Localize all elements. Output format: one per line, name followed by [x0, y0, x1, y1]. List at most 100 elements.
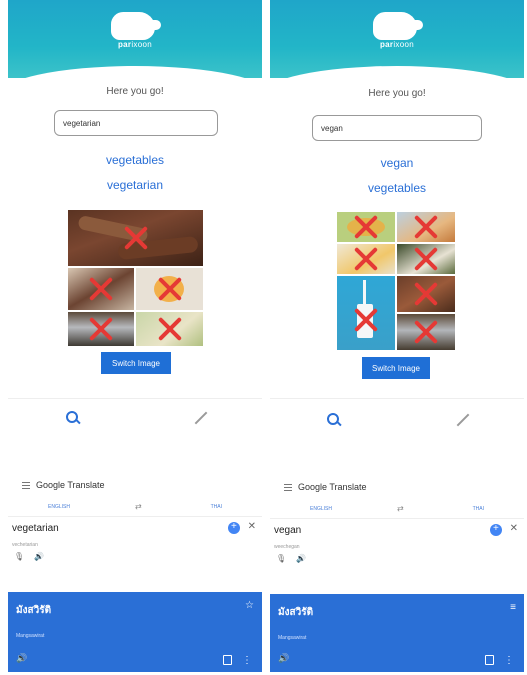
translation-result-card: มังสวิรัติ ≡ Mangsawirat 🔊 ⋮ — [270, 594, 524, 672]
page-heading: Here you go! — [106, 86, 164, 97]
food-image-salad[interactable] — [136, 312, 203, 346]
add-icon[interactable] — [490, 523, 502, 536]
suggestion-item[interactable]: vegan — [270, 156, 524, 170]
swap-icon[interactable]: ⇄ — [135, 502, 142, 511]
food-image-eggs[interactable] — [337, 244, 395, 274]
cross-mark-icon — [157, 276, 183, 302]
google-translate-logo: Google Translate — [36, 480, 105, 490]
mic-icon[interactable]: 🎙 — [14, 552, 24, 561]
suggestion-item[interactable]: vegetables — [8, 153, 262, 167]
more-vert-icon[interactable]: ⋮ — [504, 655, 514, 666]
comparison-screenshot: parixoon Here you go! vegetarian vegetab… — [0, 0, 527, 675]
logo-wordmark: parixoon — [380, 40, 414, 49]
food-image-fish[interactable] — [397, 314, 455, 350]
translate-input[interactable]: vegetarian — [12, 523, 59, 534]
language-bar: ENGLISH ⇄ THAI — [8, 497, 262, 517]
cross-mark-icon — [353, 246, 379, 272]
pencil-icon[interactable] — [456, 413, 470, 427]
bottom-toolbar — [270, 410, 524, 434]
image-grid — [337, 212, 455, 350]
translation-romanization: Mangsawirat — [278, 635, 307, 641]
logo-wordmark: parixoon — [118, 40, 152, 49]
star-icon[interactable]: ≡ — [510, 602, 516, 613]
food-image-milk[interactable] — [337, 276, 395, 350]
source-language[interactable]: ENGLISH — [310, 506, 332, 512]
search-input-value: vegetarian — [63, 118, 101, 128]
speaker-icon[interactable]: 🔊 — [278, 653, 289, 664]
mic-icon[interactable]: 🎙 — [276, 554, 286, 563]
translation-result: มังสวิรัติ — [16, 605, 52, 616]
cross-mark-icon — [88, 316, 114, 342]
speaker-icon[interactable]: 🔊 — [296, 554, 306, 563]
translate-input[interactable]: vegan — [274, 525, 301, 536]
food-image-melon[interactable] — [337, 212, 395, 242]
right-panel: parixoon Here you go! vegan vegan vegeta… — [270, 0, 524, 672]
close-icon[interactable]: ✕ — [510, 523, 518, 534]
cross-mark-icon — [123, 225, 149, 251]
cross-mark-icon — [413, 281, 439, 307]
google-translate-logo: Google Translate — [298, 482, 367, 492]
target-language[interactable]: THAI — [211, 504, 222, 510]
food-image-cheese[interactable] — [397, 244, 455, 274]
hamburger-icon[interactable] — [284, 484, 292, 491]
food-image-egg[interactable] — [136, 268, 203, 310]
food-image-fish[interactable] — [68, 312, 134, 346]
app-logo: parixoon — [367, 12, 427, 54]
suggestion-item[interactable]: vegetables — [270, 181, 524, 195]
suggestion-item[interactable]: vegetarian — [8, 178, 262, 192]
image-grid — [68, 210, 203, 346]
search-input[interactable]: vegan — [312, 115, 482, 141]
cross-mark-icon — [88, 276, 114, 302]
translate-top-bar: Google Translate — [270, 477, 524, 499]
app-logo: parixoon — [105, 12, 165, 54]
hamburger-icon[interactable] — [22, 482, 30, 489]
app-header: parixoon — [8, 0, 262, 78]
copy-icon[interactable] — [485, 655, 494, 665]
language-bar: ENGLISH ⇄ THAI — [270, 499, 524, 519]
switch-image-button[interactable]: Switch Image — [101, 352, 171, 374]
source-language[interactable]: ENGLISH — [48, 504, 70, 510]
translate-input-row: vegetarian ✕ — [8, 517, 262, 541]
add-icon[interactable] — [228, 521, 240, 534]
cross-mark-icon — [413, 246, 439, 272]
translation-result-card: มังสวิรัติ ☆ Mangsawirat 🔊 ⋮ — [8, 592, 262, 672]
cross-mark-icon — [413, 214, 439, 240]
food-image-meat[interactable] — [397, 276, 455, 312]
target-language[interactable]: THAI — [473, 506, 484, 512]
pencil-icon[interactable] — [194, 411, 208, 425]
close-icon[interactable]: ✕ — [248, 521, 256, 532]
finger-icon — [389, 20, 423, 30]
star-icon[interactable]: ☆ — [245, 600, 254, 611]
page-heading: Here you go! — [368, 88, 426, 99]
left-panel: parixoon Here you go! vegetarian vegetab… — [8, 0, 262, 672]
food-image-beef[interactable] — [68, 268, 134, 310]
speaker-icon[interactable]: 🔊 — [16, 653, 27, 664]
cross-mark-icon — [157, 316, 183, 342]
bottom-toolbar — [8, 408, 262, 432]
cross-mark-icon — [413, 319, 439, 345]
input-tools: 🎙 🔊 — [270, 553, 524, 567]
finger-icon — [127, 20, 161, 30]
search-input[interactable]: vegetarian — [54, 110, 218, 136]
transliteration: vechetarian — [12, 542, 38, 548]
translate-top-bar: Google Translate — [8, 475, 262, 497]
translate-input-row: vegan ✕ — [270, 519, 524, 543]
translation-result: มังสวิรัติ — [278, 607, 314, 618]
copy-icon[interactable] — [223, 655, 232, 665]
search-icon[interactable] — [66, 411, 80, 425]
cross-mark-icon — [353, 214, 379, 240]
speaker-icon[interactable]: 🔊 — [34, 552, 44, 561]
more-vert-icon[interactable]: ⋮ — [242, 655, 252, 666]
switch-image-button[interactable]: Switch Image — [362, 357, 430, 379]
transliteration: weechegan — [274, 544, 300, 550]
input-tools: 🎙 🔊 — [8, 551, 262, 565]
food-image-cake[interactable] — [397, 212, 455, 242]
search-icon[interactable] — [327, 413, 341, 427]
google-translate: Google Translate ENGLISH ⇄ THAI vegetari… — [8, 475, 262, 565]
cross-mark-icon — [353, 307, 379, 333]
google-translate: Google Translate ENGLISH ⇄ THAI vegan ✕ … — [270, 477, 524, 567]
translation-romanization: Mangsawirat — [16, 633, 45, 639]
food-image-steak[interactable] — [68, 210, 203, 266]
swap-icon[interactable]: ⇄ — [397, 504, 404, 513]
search-input-value: vegan — [321, 123, 343, 133]
